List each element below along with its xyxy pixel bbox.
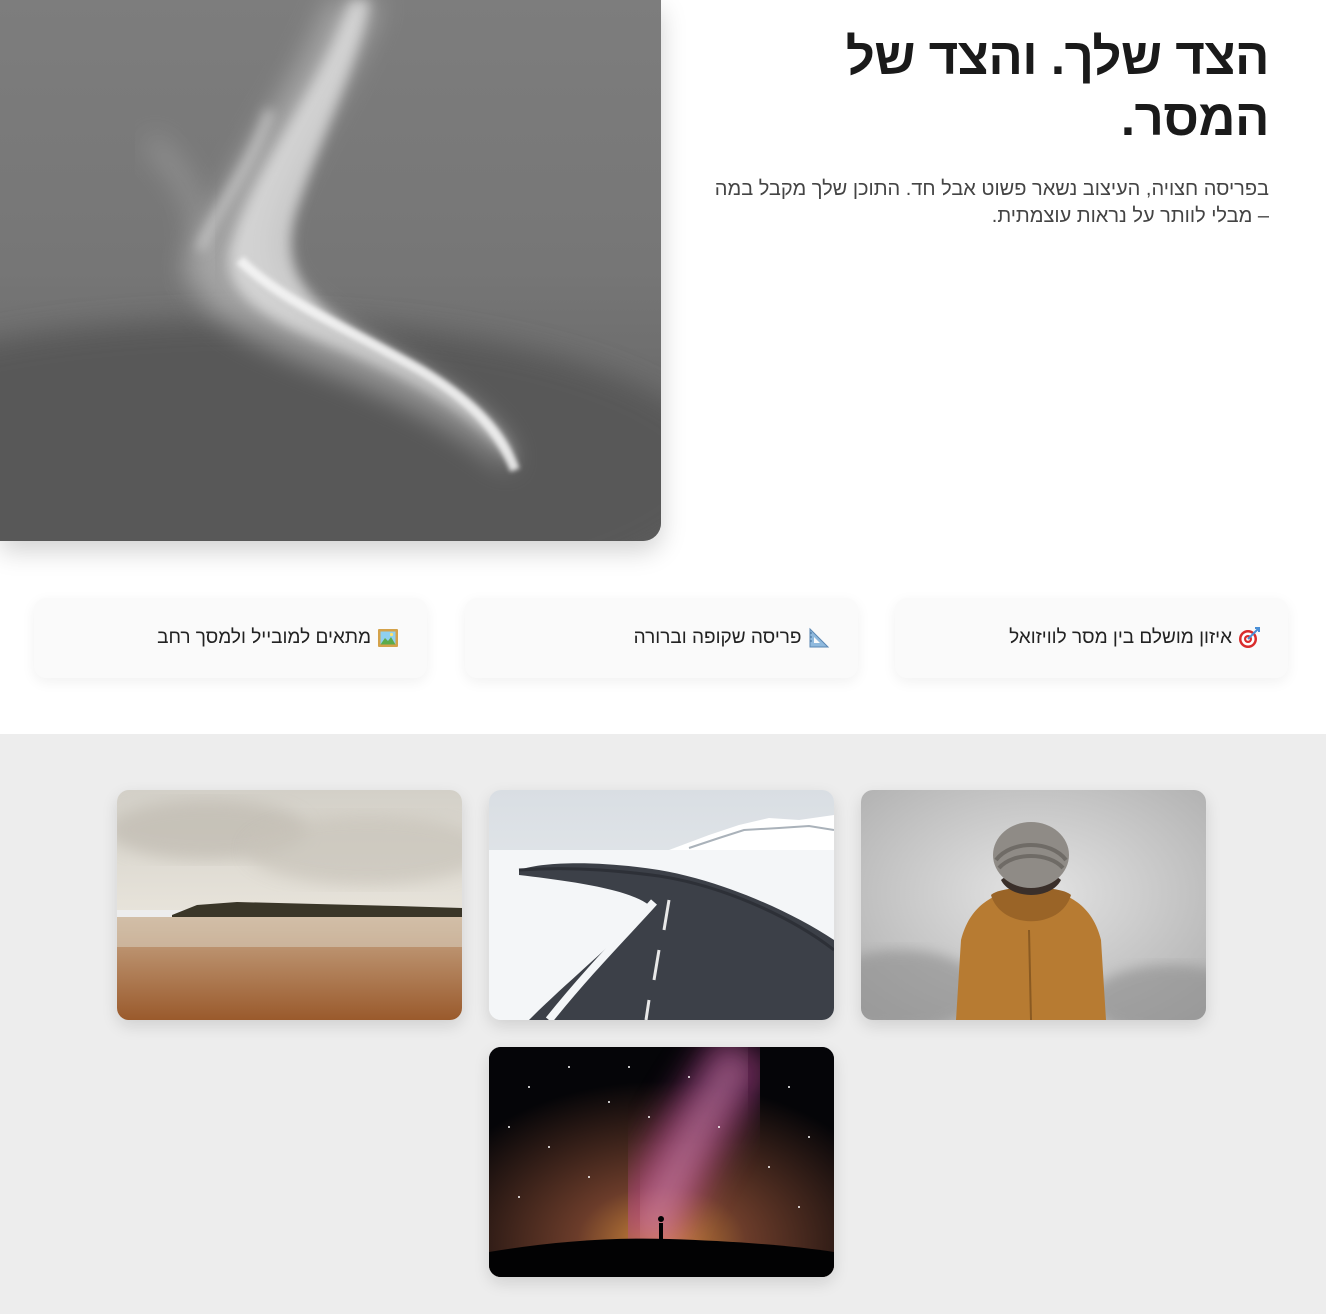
feature-label: פריסה שקופה וברורה <box>633 627 802 648</box>
hero-description: בפריסה חצויה, העיצוב נשאר פשוט אבל חד. ה… <box>714 178 1269 228</box>
feature-card-responsive: מתאים למובייל ולמסך רחב <box>34 598 427 678</box>
feature-card-balance: איזון מושלם בין מסר לוויזואל <box>895 598 1288 678</box>
features-row: איזון מושלם בין מסר לוויזואל פריסה שקופה… <box>34 598 1288 678</box>
gallery-grid <box>116 790 1206 1277</box>
page: הצד שלך. והצד של המסר. בפריסה חצויה, העי… <box>0 0 1326 1314</box>
framed-picture-icon <box>377 627 399 649</box>
gallery-item-person[interactable] <box>860 790 1206 1020</box>
feature-label: מתאים למובייל ולמסך רחב <box>157 627 371 648</box>
gallery-item-beach[interactable] <box>116 790 462 1020</box>
cloud-photo <box>0 0 661 541</box>
hero-text: הצד שלך. והצד של המסר. בפריסה חצויה, העי… <box>709 26 1270 230</box>
ruler-triangle-icon <box>808 627 830 649</box>
gallery-item-milkyway[interactable] <box>488 1047 834 1277</box>
hero-image <box>0 0 661 541</box>
person-in-fog-photo <box>860 790 1206 1020</box>
feature-label: איזון מושלם בין מסר לוויזואל <box>1009 627 1232 648</box>
gallery-section <box>0 734 1326 1314</box>
hero-title: הצד שלך. והצד של המסר. <box>845 28 1270 147</box>
beach-reflection-photo <box>116 790 462 1020</box>
target-icon <box>1238 627 1260 649</box>
hero-section: הצד שלך. והצד של המסר. בפריסה חצויה, העי… <box>0 0 1326 734</box>
gallery-item-road[interactable] <box>488 790 834 1020</box>
milky-way-photo <box>488 1047 834 1277</box>
snowy-road-photo <box>488 790 834 1020</box>
feature-card-layout: פריסה שקופה וברורה <box>464 598 858 678</box>
